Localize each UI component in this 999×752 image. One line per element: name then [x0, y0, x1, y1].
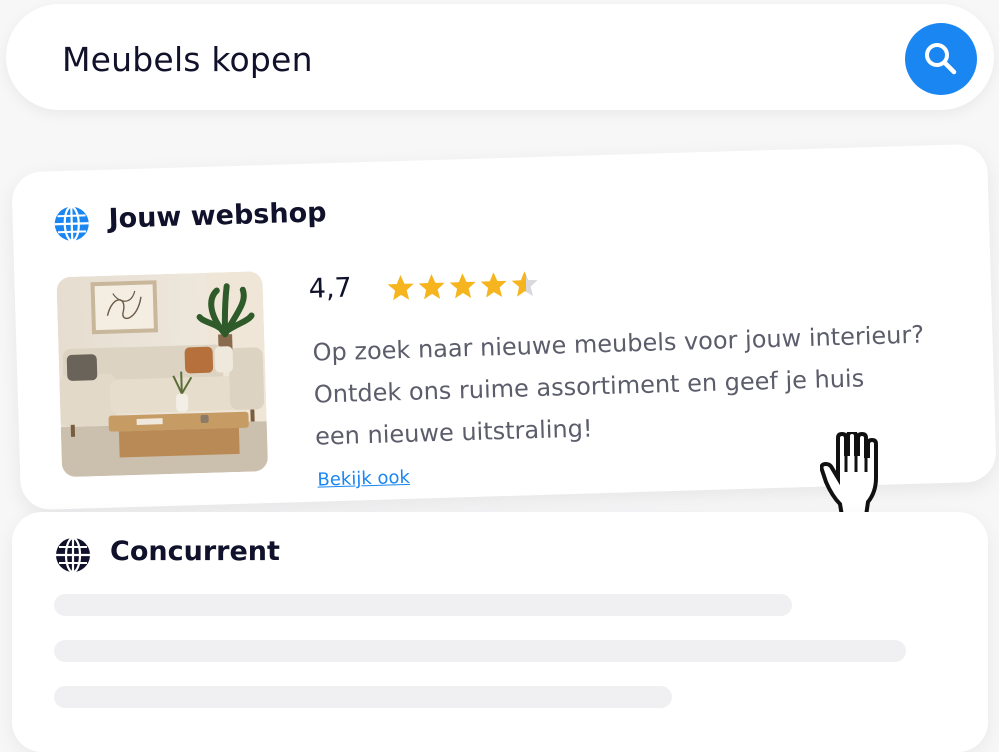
rating-value: 4,7 — [308, 272, 353, 305]
star-icon — [418, 274, 445, 300]
half-star-icon — [511, 271, 538, 297]
search-button[interactable] — [905, 23, 977, 95]
star-rating — [387, 271, 538, 301]
living-room-photo — [56, 271, 269, 478]
search-icon — [925, 43, 957, 75]
star-icon — [387, 275, 414, 301]
globe-icon — [54, 205, 89, 242]
result-title[interactable]: Jouw webshop — [108, 197, 327, 234]
placeholder-line — [54, 594, 792, 616]
search-bar[interactable]: Meubels kopen — [6, 4, 994, 110]
competitor-title[interactable]: Concurrent — [110, 536, 280, 567]
competitor-card[interactable]: Concurrent — [12, 512, 988, 752]
star-icon — [480, 272, 507, 298]
bekijk-ook-link[interactable]: Bekijk ook — [317, 467, 410, 491]
placeholder-line — [54, 640, 906, 662]
placeholder-line — [54, 686, 672, 708]
hand-cursor-icon — [820, 432, 878, 518]
star-icon — [449, 273, 476, 299]
globe-icon — [56, 536, 90, 574]
search-input[interactable]: Meubels kopen — [62, 40, 313, 79]
